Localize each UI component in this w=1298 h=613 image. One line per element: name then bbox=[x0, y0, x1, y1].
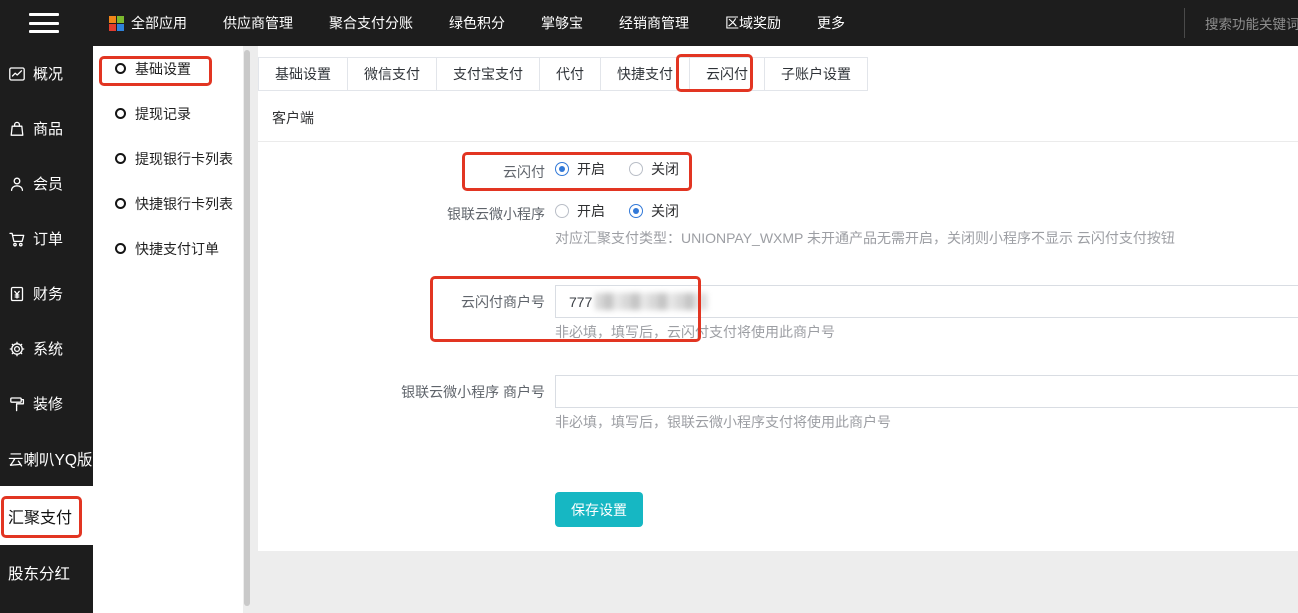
submenu-item-2[interactable]: 提现银行卡列表 bbox=[93, 136, 243, 181]
circle-bullet-icon bbox=[115, 153, 126, 164]
scroll-gutter bbox=[243, 46, 258, 613]
redacted-value-blur bbox=[595, 293, 708, 310]
sidebar-item-2[interactable]: 会员 bbox=[0, 156, 93, 211]
sidebar-item-3[interactable]: 订单 bbox=[0, 211, 93, 266]
goods-icon bbox=[8, 120, 26, 138]
sidebar-item-6[interactable]: 装修 bbox=[0, 376, 93, 431]
sidebar-item-1[interactable]: 商品 bbox=[0, 101, 93, 156]
radio-unselected-icon bbox=[629, 162, 643, 176]
field-label-unionpay-merchant: 云闪付商户号 bbox=[461, 294, 545, 310]
system-icon bbox=[8, 340, 26, 358]
tab-1[interactable]: 微信支付 bbox=[348, 58, 437, 90]
save-settings-button[interactable]: 保存设置 bbox=[555, 492, 643, 527]
content-panel: 基础设置 微信支付 支付宝支付 代付 快捷支付 云闪付 子账户设置 客户端 云闪付 开启 关… bbox=[258, 46, 1298, 551]
radio-unselected-icon bbox=[555, 204, 569, 218]
submenu: 基础设置 提现记录 提现银行卡列表 快捷银行卡列表 快捷支付订单 bbox=[93, 46, 243, 613]
radio-unionpay-on[interactable]: 开启 bbox=[555, 159, 605, 179]
radio-miniprogram-off[interactable]: 关闭 bbox=[629, 201, 679, 221]
topbar-nav-item-3[interactable]: 绿色积分 bbox=[449, 13, 505, 33]
tab-4[interactable]: 快捷支付 bbox=[601, 58, 690, 90]
radio-miniprogram-on[interactable]: 开启 bbox=[555, 201, 605, 221]
miniprogram-radio-group: 开启 关闭 bbox=[555, 201, 679, 221]
topbar-nav-item-2[interactable]: 聚合支付分账 bbox=[329, 13, 413, 33]
finance-icon bbox=[8, 285, 26, 303]
app-grid-icon bbox=[109, 15, 124, 31]
app-root: 全部应用 供应商管理 聚合支付分账 绿色积分 掌够宝 经销商管理 区域奖励 更多 搜索功能关键… bbox=[0, 0, 1298, 613]
sidebar-item-8[interactable]: 汇聚支付 bbox=[0, 486, 93, 545]
section-client-label: 客户端 bbox=[272, 110, 314, 126]
orders-icon bbox=[8, 230, 26, 248]
hamburger-menu-icon[interactable] bbox=[29, 13, 59, 33]
tab-0[interactable]: 基础设置 bbox=[258, 58, 348, 90]
field-label-miniprogram-merchant: 银联云微小程序 商户号 bbox=[401, 384, 545, 400]
unionpay-merchant-help: 非必填，填写后，云闪付支付将使用此商户号 bbox=[555, 324, 835, 340]
miniprogram-merchant-help: 非必填，填写后，银联云微小程序支付将使用此商户号 bbox=[555, 414, 891, 430]
tab-5-active[interactable]: 云闪付 bbox=[690, 58, 765, 90]
submenu-item-4[interactable]: 快捷支付订单 bbox=[93, 226, 243, 271]
sidebar-item-7[interactable]: 云喇叭YQ版 bbox=[0, 431, 93, 486]
topbar-nav-item-0[interactable]: 全部应用 bbox=[109, 13, 187, 33]
miniprogram-merchant-input[interactable] bbox=[555, 375, 1298, 408]
topbar-nav-item-1[interactable]: 供应商管理 bbox=[223, 13, 293, 33]
tab-3[interactable]: 代付 bbox=[540, 58, 601, 90]
sidebar-item-5[interactable]: 系统 bbox=[0, 321, 93, 376]
members-icon bbox=[8, 175, 26, 193]
submenu-item-3[interactable]: 快捷银行卡列表 bbox=[93, 181, 243, 226]
sidebar-item-0[interactable]: 概况 bbox=[0, 46, 93, 101]
search-input[interactable]: 搜索功能关键词 bbox=[1184, 8, 1298, 38]
miniprogram-help-text: 对应汇聚支付类型：UNIONPAY_WXMP 未开通产品无需开启，关闭则小程序不… bbox=[555, 230, 1175, 246]
topbar-nav-item-5[interactable]: 经销商管理 bbox=[619, 13, 689, 33]
unionpay-radio-group: 开启 关闭 bbox=[555, 159, 679, 179]
topbar-nav-item-6[interactable]: 区域奖励 bbox=[725, 13, 781, 33]
sidebar-item-4[interactable]: 财务 bbox=[0, 266, 93, 321]
decorate-icon bbox=[8, 395, 26, 413]
tab-6[interactable]: 子账户设置 bbox=[765, 58, 868, 90]
circle-bullet-icon bbox=[115, 243, 126, 254]
radio-unionpay-off[interactable]: 关闭 bbox=[629, 159, 679, 179]
search-placeholder: 搜索功能关键词 bbox=[1205, 17, 1298, 32]
topbar-nav-item-4[interactable]: 掌够宝 bbox=[541, 13, 583, 33]
topbar-nav-item-7[interactable]: 更多 bbox=[817, 13, 845, 33]
submenu-item-1[interactable]: 提现记录 bbox=[93, 91, 243, 136]
tab-2[interactable]: 支付宝支付 bbox=[437, 58, 540, 90]
field-label-unionpay: 云闪付 bbox=[503, 164, 545, 180]
topbar: 全部应用 供应商管理 聚合支付分账 绿色积分 掌够宝 经销商管理 区域奖励 更多 搜索功能关键… bbox=[0, 0, 1298, 46]
radio-selected-icon bbox=[629, 204, 643, 218]
sidebar-item-9[interactable]: 股东分红 bbox=[0, 545, 93, 600]
tab-bar: 基础设置 微信支付 支付宝支付 代付 快捷支付 云闪付 子账户设置 bbox=[258, 57, 868, 91]
overview-icon bbox=[8, 65, 26, 83]
unionpay-merchant-value: 777 bbox=[569, 293, 593, 310]
submenu-item-0[interactable]: 基础设置 bbox=[93, 46, 243, 91]
circle-bullet-icon bbox=[115, 63, 126, 74]
circle-bullet-icon bbox=[115, 108, 126, 119]
circle-bullet-icon bbox=[115, 198, 126, 209]
radio-selected-icon bbox=[555, 162, 569, 176]
unionpay-merchant-input[interactable]: 777 bbox=[555, 285, 1298, 318]
section-client: 客户端 bbox=[258, 91, 1298, 142]
topbar-nav: 全部应用 供应商管理 聚合支付分账 绿色积分 掌够宝 经销商管理 区域奖励 更多 bbox=[109, 13, 845, 33]
field-label-miniprogram: 银联云微小程序 bbox=[447, 206, 545, 222]
sidebar: 概况 商品 会员 订单 财务 系统 装修 云喇叭YQ版 汇聚支付 股东分红 bbox=[0, 46, 93, 613]
scrollbar-thumb[interactable] bbox=[244, 50, 250, 606]
